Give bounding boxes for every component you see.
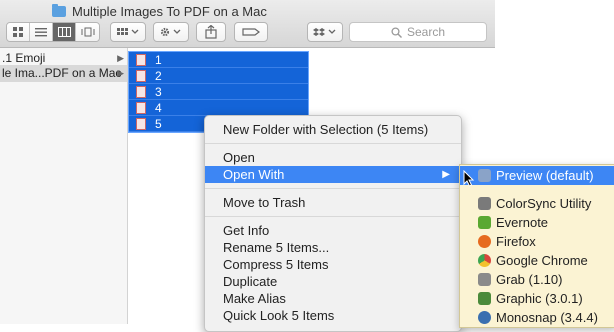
submenu-item-label: Monosnap (3.4.4): [496, 310, 598, 325]
tag-icon: [242, 28, 260, 36]
file-row[interactable]: 1: [129, 52, 308, 68]
menu-item-quick-look[interactable]: Quick Look 5 Items: [205, 307, 461, 324]
context-menu: New Folder with Selection (5 Items) Open…: [204, 115, 462, 332]
dropbox-button[interactable]: [307, 22, 343, 42]
submenu-item-label: Evernote: [496, 215, 549, 230]
monosnap-icon: [478, 311, 491, 324]
graphic-icon: [478, 292, 491, 305]
file-name: 4: [155, 100, 162, 115]
search-icon: [391, 26, 402, 38]
action-button[interactable]: [153, 22, 189, 42]
image-file-icon: [136, 85, 146, 98]
submenu-item-colorsync[interactable]: ColorSync Utility: [460, 194, 614, 213]
menu-item-open[interactable]: Open: [205, 149, 461, 166]
image-file-icon: [136, 53, 146, 66]
image-file-icon: [136, 117, 146, 130]
share-icon: [205, 25, 217, 39]
submenu-item-firefox[interactable]: Firefox: [460, 232, 614, 251]
menu-item-move-to-trash[interactable]: Move to Trash: [205, 194, 461, 211]
disclosure-arrow-icon: ▶: [117, 68, 124, 78]
submenu-item-label: Google Chrome: [496, 253, 588, 268]
menu-item-label: Duplicate: [223, 274, 278, 289]
menu-item-compress[interactable]: Compress 5 Items: [205, 256, 461, 273]
list-view-button[interactable]: [30, 23, 53, 41]
file-row[interactable]: 2: [129, 68, 308, 84]
submenu-item-grab[interactable]: Grab (1.10): [460, 270, 614, 289]
edit-tags-button[interactable]: [234, 22, 268, 42]
dropbox-icon: [313, 28, 336, 36]
window-title: Multiple Images To PDF on a Mac: [52, 3, 267, 19]
menu-item-duplicate[interactable]: Duplicate: [205, 273, 461, 290]
window-title-text: Multiple Images To PDF on a Mac: [72, 3, 267, 19]
view-mode-switcher: [6, 22, 100, 42]
arrange-button[interactable]: [110, 22, 146, 42]
submenu-item-evernote[interactable]: Evernote: [460, 213, 614, 232]
submenu-item-label: Grab (1.10): [496, 272, 563, 287]
share-button[interactable]: [196, 22, 226, 42]
folder-row-pdf-mac[interactable]: le Ima...PDF on a Mac ▶: [0, 65, 127, 82]
menu-item-label: Open: [223, 150, 255, 165]
menu-item-label: Rename 5 Items...: [223, 240, 330, 255]
search-field[interactable]: Search: [349, 22, 487, 42]
colorsync-icon: [478, 197, 491, 210]
file-name: 3: [155, 84, 162, 99]
menu-separator: [205, 143, 461, 144]
menu-item-rename[interactable]: Rename 5 Items...: [205, 239, 461, 256]
submenu-item-label: Firefox: [496, 234, 536, 249]
cover-flow-button[interactable]: [76, 23, 99, 41]
icon-view-icon: [12, 27, 23, 37]
evernote-icon: [478, 216, 491, 229]
gear-icon: [160, 27, 181, 37]
firefox-icon: [478, 235, 491, 248]
image-file-icon: [136, 101, 146, 114]
icon-view-button[interactable]: [7, 23, 30, 41]
menu-separator: [205, 216, 461, 217]
folder-icon: [52, 3, 66, 17]
submenu-item-label: Preview (default): [496, 168, 594, 183]
submenu-item-label: Graphic (3.0.1): [496, 291, 583, 306]
menu-item-label: Get Info: [223, 223, 270, 238]
submenu-item-label: ColorSync Utility: [496, 196, 592, 211]
menu-item-label: Move to Trash: [223, 195, 306, 210]
chrome-icon: [478, 254, 491, 267]
menu-separator: [205, 188, 461, 189]
column-view-icon: [57, 27, 71, 37]
toolbar: Multiple Images To PDF on a Mac Search: [0, 0, 495, 48]
file-name: 2: [155, 68, 162, 83]
submenu-item-graphic[interactable]: Graphic (3.0.1): [460, 289, 614, 308]
column-1: .1 Emoji ▶ le Ima...PDF on a Mac ▶: [0, 48, 128, 324]
menu-item-new-folder-with-selection[interactable]: New Folder with Selection (5 Items): [205, 121, 461, 138]
menu-item-label: Make Alias: [223, 291, 286, 306]
open-with-submenu: Preview (default) ColorSync Utility Ever…: [459, 164, 614, 328]
column-view-button[interactable]: [53, 23, 76, 41]
submenu-item-preview[interactable]: Preview (default): [460, 166, 614, 185]
preview-icon: [478, 169, 491, 182]
submenu-arrow-icon: ▶: [442, 169, 450, 180]
cover-flow-icon: [81, 27, 94, 37]
arrange-icon: [117, 28, 139, 35]
file-row[interactable]: 3: [129, 84, 308, 100]
file-row[interactable]: 4: [129, 100, 308, 116]
menu-item-make-alias[interactable]: Make Alias: [205, 290, 461, 307]
search-placeholder: Search: [406, 25, 446, 39]
grab-icon: [478, 273, 491, 286]
list-view-icon: [35, 28, 47, 37]
image-file-icon: [136, 69, 146, 82]
menu-item-label: New Folder with Selection (5 Items): [223, 122, 429, 137]
menu-item-label: Open With: [223, 167, 285, 182]
menu-item-get-info[interactable]: Get Info: [205, 222, 461, 239]
menu-item-label: Compress 5 Items: [223, 257, 329, 272]
submenu-item-monosnap[interactable]: Monosnap (3.4.4): [460, 308, 614, 327]
menu-item-label: Quick Look 5 Items: [223, 308, 335, 323]
file-name: 5: [155, 116, 162, 131]
folder-label: le Ima...PDF on a Mac: [2, 66, 122, 80]
submenu-item-chrome[interactable]: Google Chrome: [460, 251, 614, 270]
menu-item-open-with[interactable]: Open With ▶: [205, 166, 461, 183]
file-name: 1: [155, 52, 162, 67]
